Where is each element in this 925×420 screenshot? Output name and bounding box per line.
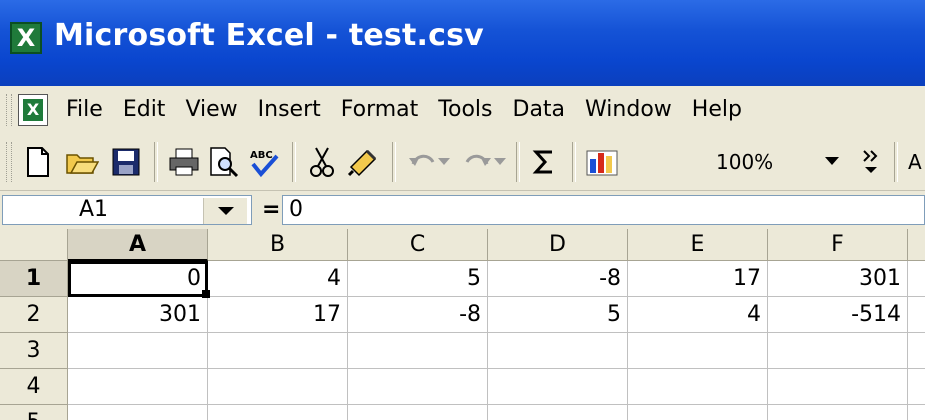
name-box-dropdown-icon[interactable] (203, 198, 247, 224)
cell-f5[interactable] (768, 405, 908, 420)
cell-d1[interactable]: -8 (488, 261, 628, 297)
menu-window[interactable]: Window (575, 94, 682, 126)
fill-handle[interactable] (202, 290, 210, 298)
cell-b5[interactable] (208, 405, 348, 420)
formula-bar: A1 = 0 (0, 191, 925, 229)
menu-grip-icon[interactable] (6, 94, 12, 126)
toolbar-separator (894, 142, 898, 182)
cell-a1[interactable]: 0 (68, 261, 208, 297)
cell-f2[interactable]: -514 (768, 297, 908, 333)
cell-d2[interactable]: 5 (488, 297, 628, 333)
cell-c2[interactable]: -8 (348, 297, 488, 333)
cell-c1[interactable]: 5 (348, 261, 488, 297)
toolbar-separator (572, 142, 576, 182)
cell-d5[interactable] (488, 405, 628, 420)
row-header-3[interactable]: 3 (0, 333, 68, 369)
menu-data[interactable]: Data (503, 94, 576, 126)
zoom-box[interactable]: 100% (716, 148, 773, 176)
print-icon[interactable] (166, 144, 202, 180)
row-header-5[interactable]: 5 (0, 405, 68, 420)
standard-toolbar: ABC 100% A (0, 134, 925, 191)
toolbar-cutoff-text: A (908, 150, 922, 174)
cell-g2[interactable] (908, 297, 925, 333)
cell-g4[interactable] (908, 369, 925, 405)
cell-b4[interactable] (208, 369, 348, 405)
cell-a5[interactable] (68, 405, 208, 420)
row-header-2[interactable]: 2 (0, 297, 68, 333)
cell-g1[interactable] (908, 261, 925, 297)
column-header-a[interactable]: A (68, 229, 208, 261)
column-header-g[interactable] (908, 229, 925, 261)
title-bar: Microsoft Excel - test.csv (0, 0, 925, 86)
format-painter-icon[interactable] (346, 144, 382, 180)
cell-g5[interactable] (908, 405, 925, 420)
cell-a2[interactable]: 301 (68, 297, 208, 333)
new-icon[interactable] (20, 144, 56, 180)
cell-b1[interactable]: 4 (208, 261, 348, 297)
cell-c5[interactable] (348, 405, 488, 420)
toolbar-options-icon[interactable] (856, 142, 886, 182)
cell-e2[interactable]: 4 (628, 297, 768, 333)
column-header-c[interactable]: C (348, 229, 488, 261)
column-header-f[interactable]: F (768, 229, 908, 261)
name-box[interactable]: A1 (2, 195, 252, 225)
menu-bar: File Edit View Insert Format Tools Data … (0, 86, 925, 135)
cut-icon[interactable] (304, 144, 340, 180)
cell-g3[interactable] (908, 333, 925, 369)
menu-tools[interactable]: Tools (428, 94, 502, 126)
cell-e5[interactable] (628, 405, 768, 420)
redo-dropdown-icon[interactable] (490, 144, 510, 180)
cell-a4[interactable] (68, 369, 208, 405)
autosum-icon[interactable] (526, 144, 562, 180)
menu-insert[interactable]: Insert (248, 94, 331, 126)
menu-format[interactable]: Format (331, 94, 429, 126)
row-header-1[interactable]: 1 (0, 261, 68, 297)
formula-input[interactable]: 0 (282, 195, 925, 225)
name-box-value: A1 (79, 197, 109, 222)
toolbar-grip-icon[interactable] (6, 142, 12, 182)
column-header-d[interactable]: D (488, 229, 628, 261)
cell-f3[interactable] (768, 333, 908, 369)
chart-wizard-icon[interactable] (584, 144, 620, 180)
row-header-4[interactable]: 4 (0, 369, 68, 405)
open-icon[interactable] (64, 144, 100, 180)
workbook-icon[interactable] (18, 94, 48, 126)
worksheet-grid: A B C D E F 1 2 3 4 5 0 4 5 -8 17 301 30… (0, 229, 925, 420)
window-title: Microsoft Excel - test.csv (54, 18, 484, 53)
cell-f1[interactable]: 301 (768, 261, 908, 297)
excel-icon[interactable] (10, 22, 42, 54)
column-header-e[interactable]: E (628, 229, 768, 261)
cell-d3[interactable] (488, 333, 628, 369)
cell-b2[interactable]: 17 (208, 297, 348, 333)
equals-sign: = (262, 197, 281, 222)
cell-c3[interactable] (348, 333, 488, 369)
undo-dropdown-icon[interactable] (434, 144, 454, 180)
column-header-b[interactable]: B (208, 229, 348, 261)
zoom-dropdown-icon[interactable] (820, 146, 844, 176)
cell-e1[interactable]: 17 (628, 261, 768, 297)
toolbar-separator (292, 142, 296, 182)
formula-value: 0 (289, 197, 303, 222)
cell-f4[interactable] (768, 369, 908, 405)
toolbar-separator (516, 142, 520, 182)
menu-help[interactable]: Help (682, 94, 752, 126)
cell-e4[interactable] (628, 369, 768, 405)
select-all-corner[interactable] (0, 229, 68, 261)
spelling-icon[interactable]: ABC (246, 144, 282, 180)
svg-text:ABC: ABC (250, 150, 273, 161)
print-preview-icon[interactable] (206, 144, 242, 180)
cell-b3[interactable] (208, 333, 348, 369)
cell-d4[interactable] (488, 369, 628, 405)
toolbar-separator (392, 142, 396, 182)
menu-view[interactable]: View (175, 94, 247, 126)
save-icon[interactable] (108, 144, 144, 180)
cell-e3[interactable] (628, 333, 768, 369)
cell-c4[interactable] (348, 369, 488, 405)
menu-edit[interactable]: Edit (113, 94, 176, 126)
menu-file[interactable]: File (56, 94, 113, 126)
toolbar-separator (154, 142, 158, 182)
cell-a3[interactable] (68, 333, 208, 369)
